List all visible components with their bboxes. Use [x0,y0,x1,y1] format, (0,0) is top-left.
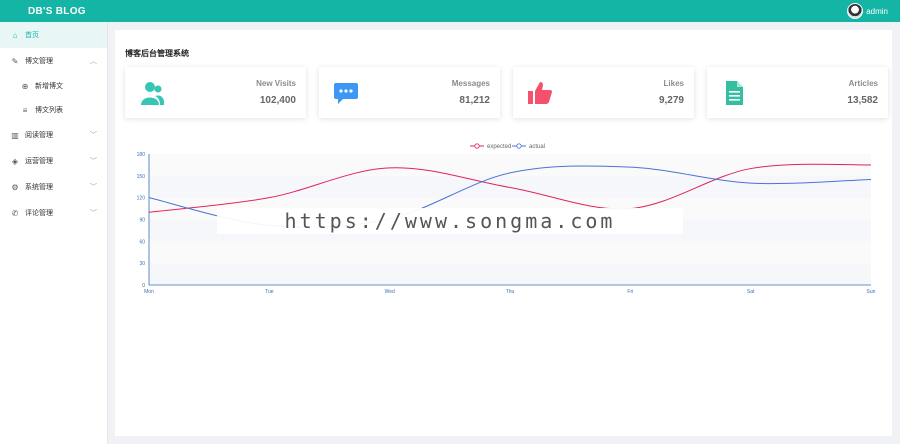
card-label: Likes [663,79,684,88]
chevron-down-icon: ﹀ [90,184,97,191]
card-label: New Visits [256,79,296,88]
y-tick-label: 90 [139,218,145,224]
sidebar-item-blog-management[interactable]: ✎ 博文管理 ︿ [0,48,107,74]
x-tick-label: Sat [747,289,755,295]
card-messages[interactable]: Messages 81,212 [319,67,500,118]
thumbs-up-icon [528,82,552,104]
plus-circle-icon: ⊕ [21,81,29,91]
sidebar-item-operations[interactable]: ◈ 运营管理 ﹀ [0,148,107,174]
x-tick-label: Wed [385,289,395,295]
chart-band [149,175,871,198]
chevron-up-icon: ︿ [90,58,97,65]
card-label: Messages [451,79,490,88]
document-icon [726,81,743,105]
sidebar-item-label: 运营管理 [25,158,53,165]
x-tick-label: Fri [627,289,633,295]
chart-band [149,263,871,285]
message-icon [334,83,358,104]
y-tick-label: 30 [139,261,145,267]
top-bar: DB'S BLOG admin [0,0,900,22]
sidebar-item-label: 新增博文 [35,83,63,90]
comment-icon: ✆ [11,208,19,218]
card-label: Articles [848,79,878,88]
legend-label-actual: actual [529,144,545,150]
username[interactable]: admin [866,7,888,16]
y-tick-label: 150 [137,174,146,180]
sidebar-item-label: 博文管理 [25,58,53,65]
card-value: 81,212 [459,95,490,106]
sidebar: ⌂ 首页 ✎ 博文管理 ︿ ⊕ 新增博文 ≡ 博文列表 ▥ 阅读管理 ﹀ ◈ 运… [0,22,108,444]
home-icon: ⌂ [12,30,18,40]
stat-cards: New Visits 102,400 Messages 81,212 Likes… [125,67,888,118]
sidebar-item-label: 系统管理 [25,184,53,191]
card-likes[interactable]: Likes 9,279 [513,67,694,118]
x-tick-label: Sun [867,289,876,295]
list-icon: ≡ [22,105,28,115]
watermark-overlay: https://www.songma.com [217,208,683,234]
card-value: 13,582 [847,95,878,106]
brand-logo[interactable]: DB'S BLOG [28,6,86,17]
sidebar-item-label: 博文列表 [35,107,63,114]
page-title: 博客后台管理系统 [125,49,189,58]
card-articles[interactable]: Articles 13,582 [707,67,888,118]
sidebar-item-home[interactable]: ⌂ 首页 [0,22,107,48]
card-value: 9,279 [658,95,684,106]
chart-band [149,241,871,264]
settings-icon: ⚙ [11,182,19,192]
sidebar-item-post-list[interactable]: ≡ 博文列表 [0,98,107,122]
chevron-down-icon: ﹀ [90,158,97,165]
sidebar-item-label: 阅读管理 [25,132,53,139]
sidebar-item-label: 首页 [25,32,39,39]
card-new-visits[interactable]: New Visits 102,400 [125,67,306,118]
sidebar-item-label: 评论管理 [25,210,53,217]
sidebar-item-comments[interactable]: ✆ 评论管理 ﹀ [0,200,107,226]
legend-marker-expected [474,143,480,149]
avatar[interactable] [847,3,864,19]
read-icon: ▥ [11,130,19,140]
sidebar-item-read-management[interactable]: ▥ 阅读管理 ﹀ [0,122,107,148]
users-icon [141,82,165,105]
edit-icon: ✎ [11,56,19,66]
shield-icon: ◈ [11,156,19,166]
user-menu[interactable]: admin [847,3,888,19]
chevron-down-icon: ﹀ [90,132,97,139]
x-tick-label: Mon [144,289,154,295]
sidebar-item-new-post[interactable]: ⊕ 新增博文 [0,74,107,98]
y-tick-label: 120 [137,196,146,202]
legend-marker-actual [516,143,522,149]
x-tick-label: Thu [506,289,515,295]
blog-submenu: ⊕ 新增博文 ≡ 博文列表 [0,74,107,122]
x-tick-label: Tue [265,289,274,295]
legend-label-expected: expected [487,144,511,150]
card-value: 102,400 [259,95,296,106]
chevron-down-icon: ﹀ [90,210,97,217]
sidebar-item-system[interactable]: ⚙ 系统管理 ﹀ [0,174,107,200]
y-tick-label: 180 [137,152,146,158]
y-tick-label: 60 [139,239,145,245]
